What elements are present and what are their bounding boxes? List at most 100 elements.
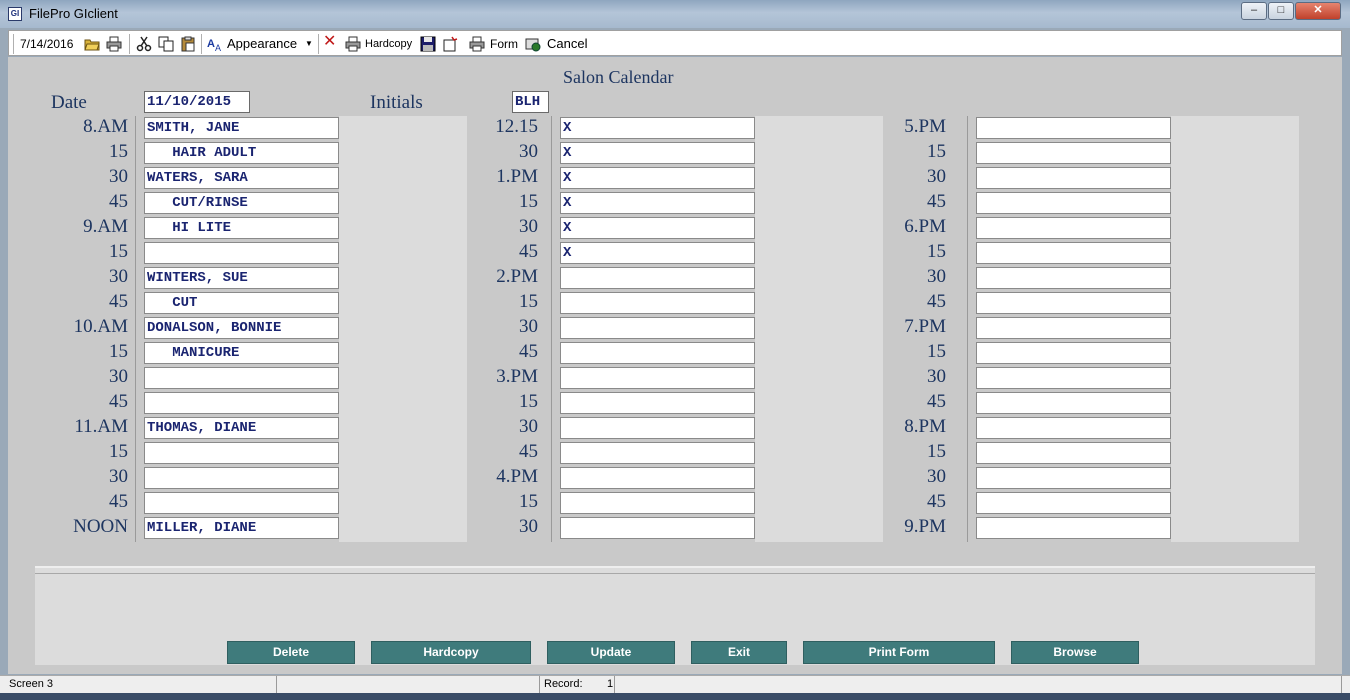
appointment-field[interactable]: SMITH, JANE (144, 117, 339, 139)
svg-text:A: A (215, 43, 221, 52)
appointment-field[interactable]: HI LITE (144, 217, 339, 239)
status-separator (614, 676, 615, 693)
appointment-field[interactable] (976, 117, 1171, 139)
open-folder-icon[interactable] (84, 36, 100, 52)
time-slot-label: 1.PM (496, 166, 538, 187)
appointment-field[interactable] (976, 417, 1171, 439)
appointment-field[interactable] (976, 367, 1171, 389)
copy-icon[interactable] (158, 36, 174, 52)
appointment-field[interactable]: X (560, 242, 755, 264)
save-disk-icon[interactable] (420, 36, 436, 52)
appointment-field[interactable]: X (560, 142, 755, 164)
appointment-field[interactable] (560, 367, 755, 389)
appointment-field[interactable] (976, 342, 1171, 364)
cancel-toolbar-button[interactable]: Cancel (547, 36, 587, 52)
appointment-field[interactable] (144, 442, 339, 464)
appointment-field[interactable] (976, 517, 1171, 539)
appointment-field[interactable]: X (560, 192, 755, 214)
appointment-field[interactable] (976, 192, 1171, 214)
form-toolbar-button[interactable]: Form (490, 36, 518, 52)
appointment-field[interactable] (560, 342, 755, 364)
browse-button[interactable]: Browse (1011, 641, 1139, 664)
appointment-field[interactable]: WATERS, SARA (144, 167, 339, 189)
appointment-field[interactable] (144, 242, 339, 264)
appointment-field[interactable] (976, 217, 1171, 239)
appointment-field[interactable] (976, 167, 1171, 189)
appointment-field[interactable] (976, 492, 1171, 514)
time-slot-label: 45 (109, 491, 128, 512)
appointment-field[interactable]: HAIR ADULT (144, 142, 339, 164)
time-slot-label: 30 (927, 166, 946, 187)
new-record-icon[interactable] (442, 36, 458, 52)
exit-button[interactable]: Exit (691, 641, 787, 664)
appointment-field[interactable]: X (560, 217, 755, 239)
time-slot-label: 30 (927, 366, 946, 387)
appointment-field[interactable] (976, 142, 1171, 164)
appointment-field[interactable] (144, 392, 339, 414)
appointment-field[interactable] (976, 442, 1171, 464)
time-slot-label: 45 (519, 241, 538, 262)
status-bar: Screen 3 Record: 1 (0, 675, 1350, 694)
appointment-field[interactable] (560, 317, 755, 339)
time-slot-label: 15 (109, 341, 128, 362)
delete-icon[interactable]: ✕ (323, 34, 336, 50)
status-separator (539, 676, 540, 693)
appointment-field[interactable] (976, 392, 1171, 414)
appointment-field[interactable]: DONALSON, BONNIE (144, 317, 339, 339)
appointment-field[interactable]: X (560, 117, 755, 139)
appointment-field[interactable] (560, 492, 755, 514)
time-slot-label: 45 (927, 391, 946, 412)
appointment-field[interactable] (560, 417, 755, 439)
appointment-field[interactable]: THOMAS, DIANE (144, 417, 339, 439)
appointment-field[interactable] (560, 292, 755, 314)
column-divider (135, 116, 136, 542)
time-slot-label: 11.AM (74, 416, 128, 437)
time-slot-label: 12.15 (495, 116, 538, 137)
appointment-field[interactable] (976, 292, 1171, 314)
hardcopy-print-icon[interactable] (345, 36, 361, 52)
appointment-field[interactable] (560, 267, 755, 289)
hardcopy-button[interactable]: Hardcopy (371, 641, 531, 664)
app-window: GI FilePro GIclient – □ ✕ 7/14/2016 AA A… (0, 0, 1350, 700)
appointment-field[interactable] (976, 467, 1171, 489)
appointment-field[interactable]: WINTERS, SUE (144, 267, 339, 289)
appointment-field[interactable] (144, 467, 339, 489)
initials-field[interactable]: BLH (512, 91, 549, 113)
time-slot-label: 15 (927, 141, 946, 162)
appearance-menu[interactable]: Appearance (227, 36, 297, 52)
toolbar: 7/14/2016 AA Appearance ▼ ✕ Hardcopy For… (8, 30, 1342, 56)
time-slot-label: 30 (519, 516, 538, 537)
print-form-button[interactable]: Print Form (803, 641, 995, 664)
appointment-field[interactable] (560, 392, 755, 414)
chevron-down-icon[interactable]: ▼ (305, 36, 313, 52)
appointment-field[interactable] (976, 317, 1171, 339)
date-field[interactable]: 11/10/2015 (144, 91, 250, 113)
minimize-button[interactable]: – (1241, 2, 1267, 20)
appointment-field[interactable]: CUT (144, 292, 339, 314)
delete-button[interactable]: Delete (227, 641, 355, 664)
initials-label: Initials (370, 92, 423, 113)
appointment-field[interactable]: CUT/RINSE (144, 192, 339, 214)
paste-icon[interactable] (180, 36, 196, 52)
appointment-field[interactable] (144, 492, 339, 514)
appointment-field[interactable] (976, 267, 1171, 289)
appointment-field[interactable] (144, 367, 339, 389)
maximize-button[interactable]: □ (1268, 2, 1294, 20)
cut-icon[interactable] (136, 36, 152, 52)
taskbar-strip (0, 693, 1350, 700)
appointment-field[interactable] (560, 517, 755, 539)
appointment-field[interactable]: X (560, 167, 755, 189)
hardcopy-toolbar-button[interactable]: Hardcopy (365, 36, 412, 52)
time-slot-label: 10.AM (73, 316, 128, 337)
appointment-field[interactable]: MILLER, DIANE (144, 517, 339, 539)
font-appearance-icon[interactable]: AA (207, 36, 223, 52)
appointment-field[interactable] (560, 467, 755, 489)
appointment-field[interactable] (560, 442, 755, 464)
appointment-field[interactable] (976, 242, 1171, 264)
form-print-icon[interactable] (469, 36, 485, 52)
appointment-field[interactable]: MANICURE (144, 342, 339, 364)
cancel-icon[interactable] (525, 36, 541, 52)
close-button[interactable]: ✕ (1295, 2, 1341, 20)
print-icon[interactable] (106, 36, 122, 52)
update-button[interactable]: Update (547, 641, 675, 664)
